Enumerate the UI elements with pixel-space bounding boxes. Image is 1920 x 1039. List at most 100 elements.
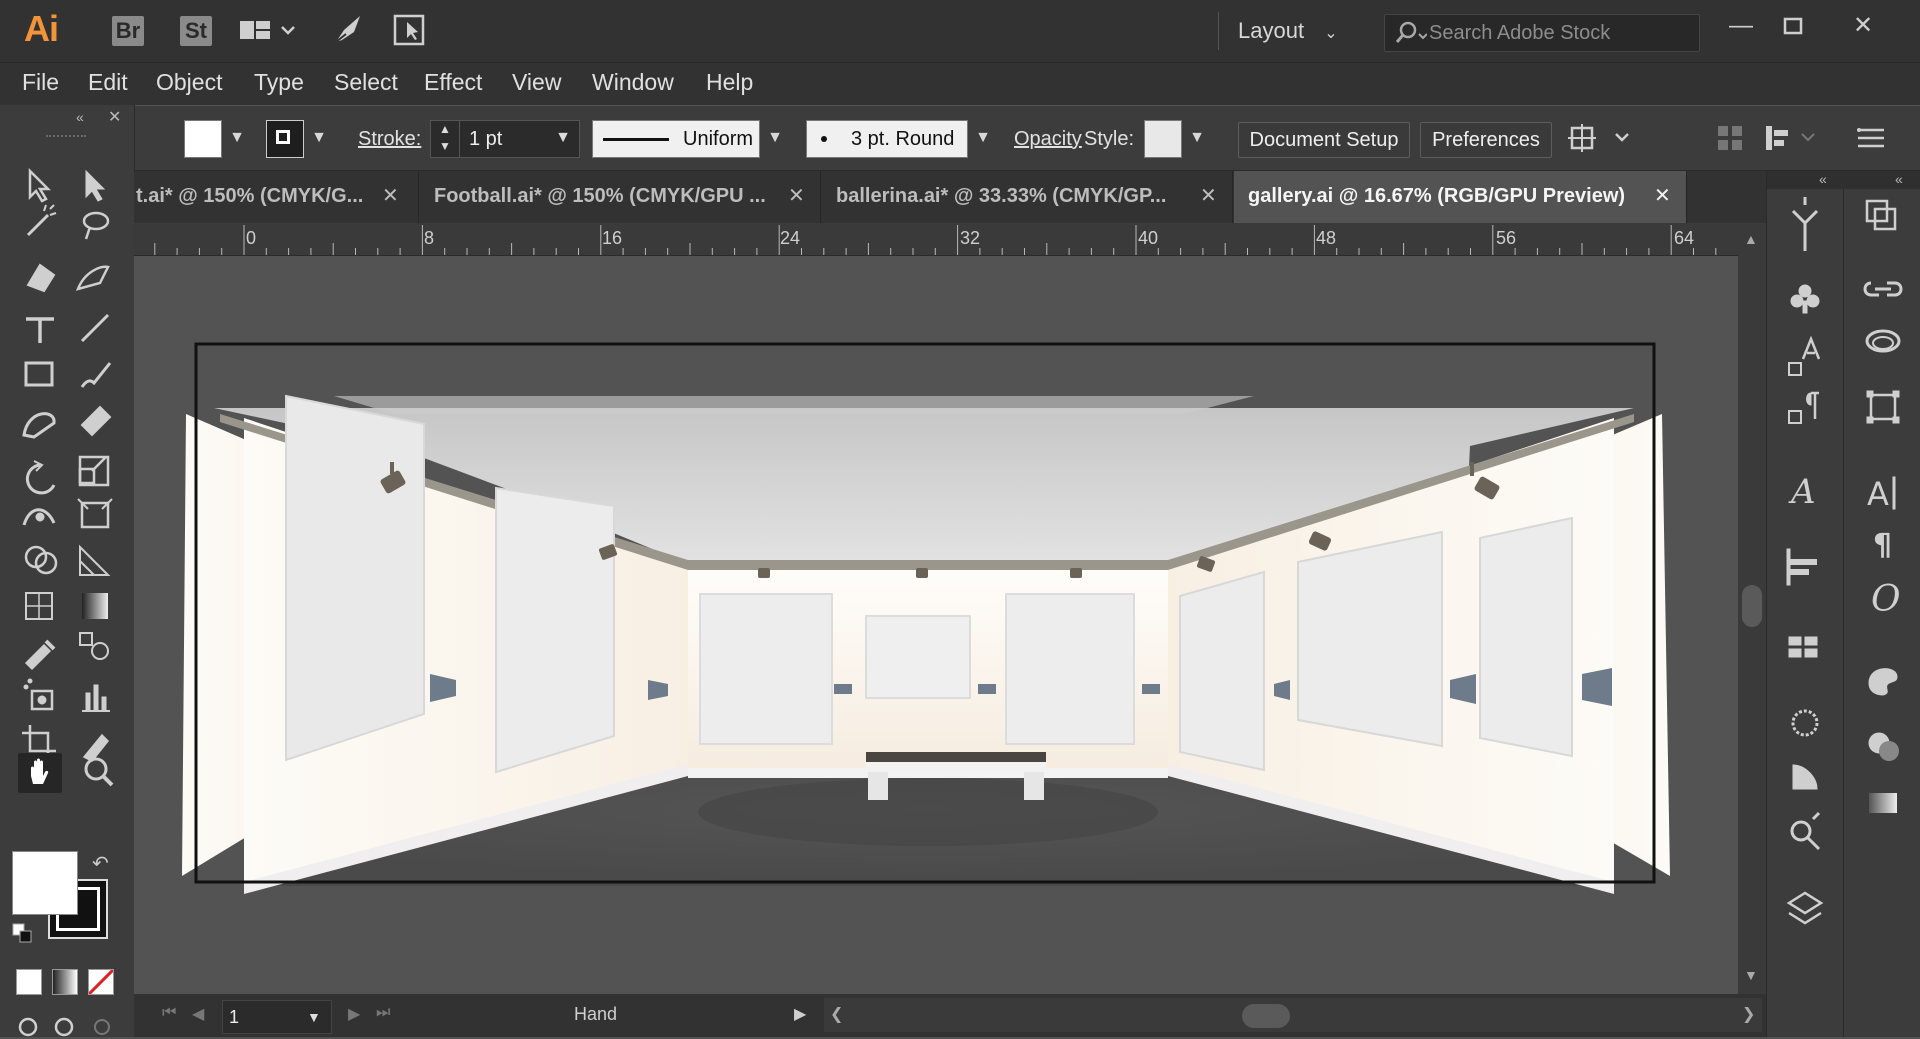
- scroll-down-icon[interactable]: ▼: [1744, 967, 1758, 983]
- brush-dropdown[interactable]: ▼: [970, 120, 996, 156]
- character-styles-panel-button[interactable]: [1780, 337, 1830, 383]
- menu-edit[interactable]: Edit: [88, 69, 128, 96]
- graphic-style-swatch[interactable]: [1144, 120, 1182, 158]
- rectangle-tool[interactable]: [18, 355, 62, 395]
- default-fill-stroke-icon[interactable]: [12, 923, 32, 943]
- scroll-left-icon[interactable]: ❮: [830, 1004, 843, 1024]
- opacity-label[interactable]: Opacity: [1014, 128, 1082, 151]
- crop-panel-button[interactable]: [1858, 383, 1908, 429]
- color-mode-button[interactable]: [16, 969, 42, 995]
- next-artboard-icon[interactable]: ▶: [348, 1004, 360, 1024]
- close-tab-icon[interactable]: ✕: [1654, 183, 1671, 208]
- eraser-tool[interactable]: [74, 403, 118, 443]
- curvature-tool[interactable]: [74, 257, 118, 297]
- line-segment-tool[interactable]: [74, 309, 118, 349]
- type-tool[interactable]: [18, 309, 62, 349]
- paragraph-panel-button[interactable]: [1858, 521, 1908, 567]
- control-panel-menu[interactable]: [1856, 126, 1886, 152]
- links-panel-button[interactable]: [1858, 267, 1908, 313]
- fill-swatch[interactable]: [184, 120, 222, 158]
- bridge-button[interactable]: Br: [112, 16, 144, 46]
- menu-select[interactable]: Select: [334, 69, 398, 96]
- perspective-grid-tool[interactable]: [74, 545, 118, 585]
- status-menu-icon[interactable]: ▶: [794, 1004, 806, 1024]
- fill-color-box[interactable]: [12, 851, 78, 915]
- tab-football[interactable]: Football.ai* @ 150% (CMYK/GPU ... ✕: [420, 171, 821, 223]
- brush-definition[interactable]: 3 pt. Round: [806, 120, 968, 158]
- gpu-performance-button[interactable]: [330, 12, 370, 48]
- profile-dropdown[interactable]: ▼: [762, 120, 788, 156]
- scroll-right-icon[interactable]: ❯: [1742, 1004, 1755, 1024]
- horizontal-scrollbar-thumb[interactable]: [1242, 1004, 1290, 1028]
- align-panel-button[interactable]: [1780, 545, 1830, 591]
- none-mode-button[interactable]: [88, 969, 114, 995]
- preferences-button[interactable]: Preferences: [1420, 122, 1552, 158]
- artboard-tool[interactable]: [18, 725, 62, 765]
- puppet-warp-panel-button[interactable]: [1780, 195, 1830, 241]
- stroke-dropdown[interactable]: ▼: [306, 120, 332, 156]
- horizontal-ruler[interactable]: 0 8 16 24 32 40 48 56 64: [134, 223, 1738, 256]
- opentype-panel-button[interactable]: [1858, 575, 1908, 621]
- layers-panel-button[interactable]: [1780, 885, 1830, 931]
- menu-file[interactable]: File: [22, 69, 59, 96]
- paintbrush-tool[interactable]: [74, 355, 118, 395]
- minimize-button[interactable]: —: [1718, 8, 1764, 44]
- align-options-button[interactable]: [1762, 122, 1822, 154]
- lasso-tool[interactable]: [74, 207, 118, 247]
- artboards-panel-button[interactable]: [1858, 195, 1908, 241]
- symbols-panel-button[interactable]: [1780, 275, 1830, 321]
- gradient-panel-button[interactable]: [1858, 781, 1908, 827]
- selection-tool[interactable]: [18, 165, 62, 205]
- stroke-swatch[interactable]: [266, 120, 304, 158]
- transparency-panel-button[interactable]: [1858, 725, 1908, 771]
- column-graph-tool[interactable]: [74, 679, 118, 719]
- character-panel-button[interactable]: [1858, 467, 1908, 513]
- shape-builder-tool[interactable]: [18, 545, 62, 585]
- close-tab-icon[interactable]: ✕: [788, 183, 805, 208]
- color-guide-panel-button[interactable]: [1858, 657, 1908, 703]
- stroke-weight-field[interactable]: ▲ ▼ 1 pt ▼: [430, 120, 580, 158]
- arrange-panel-button[interactable]: [1716, 124, 1746, 154]
- drawing-modes[interactable]: [14, 1015, 124, 1039]
- free-transform-tool[interactable]: [74, 501, 118, 541]
- document-setup-button[interactable]: Document Setup: [1238, 122, 1410, 158]
- scale-tool[interactable]: [74, 455, 118, 495]
- close-window-button[interactable]: ✕: [1840, 8, 1886, 44]
- transform-options-button[interactable]: [1566, 120, 1636, 156]
- stock-button[interactable]: St: [180, 16, 212, 46]
- maximize-button[interactable]: [1770, 8, 1816, 44]
- menu-effect[interactable]: Effect: [424, 69, 482, 96]
- gradient-mode-button[interactable]: [52, 969, 78, 995]
- graphic-styles-panel-button[interactable]: [1780, 755, 1830, 801]
- search-adobe-stock[interactable]: Search Adobe Stock: [1384, 14, 1700, 52]
- last-artboard-icon[interactable]: ⏭: [376, 1004, 390, 1022]
- symbol-sprayer-tool[interactable]: [18, 679, 62, 719]
- gradient-tool[interactable]: [74, 589, 118, 629]
- appearance-panel-button[interactable]: [1780, 699, 1830, 745]
- libraries-panel-button[interactable]: [1858, 319, 1908, 365]
- fill-dropdown[interactable]: ▼: [224, 120, 250, 156]
- close-tab-icon[interactable]: ✕: [382, 183, 399, 208]
- artboard-number-field[interactable]: 1 ▼: [222, 1000, 332, 1034]
- menu-window[interactable]: Window: [592, 69, 674, 96]
- document-cursor-button[interactable]: [390, 12, 430, 48]
- zoom-tool[interactable]: [74, 753, 118, 793]
- blend-tool[interactable]: [74, 633, 118, 673]
- rotate-tool[interactable]: [18, 455, 62, 495]
- transform-panel-button[interactable]: [1780, 625, 1830, 671]
- vertical-scrollbar[interactable]: ▲ ▼: [1738, 223, 1766, 994]
- variable-width-profile[interactable]: Uniform: [592, 120, 760, 158]
- style-dropdown[interactable]: ▼: [1184, 120, 1210, 156]
- swap-fill-stroke-icon[interactable]: ↶: [92, 851, 109, 876]
- eyedropper-tool[interactable]: [18, 633, 62, 673]
- stroke-weight-stepper[interactable]: ▲ ▼: [431, 121, 460, 157]
- scrollbar-thumb[interactable]: [1742, 585, 1762, 627]
- arrange-documents-button[interactable]: [238, 12, 302, 48]
- navigator-panel-button[interactable]: [1780, 807, 1830, 853]
- width-tool[interactable]: [18, 501, 62, 541]
- menu-type[interactable]: Type: [254, 69, 304, 96]
- shaper-tool[interactable]: [18, 403, 62, 443]
- menu-object[interactable]: Object: [156, 69, 222, 96]
- stroke-label[interactable]: Stroke:: [358, 128, 421, 151]
- previous-artboard-icon[interactable]: ◀: [192, 1004, 204, 1024]
